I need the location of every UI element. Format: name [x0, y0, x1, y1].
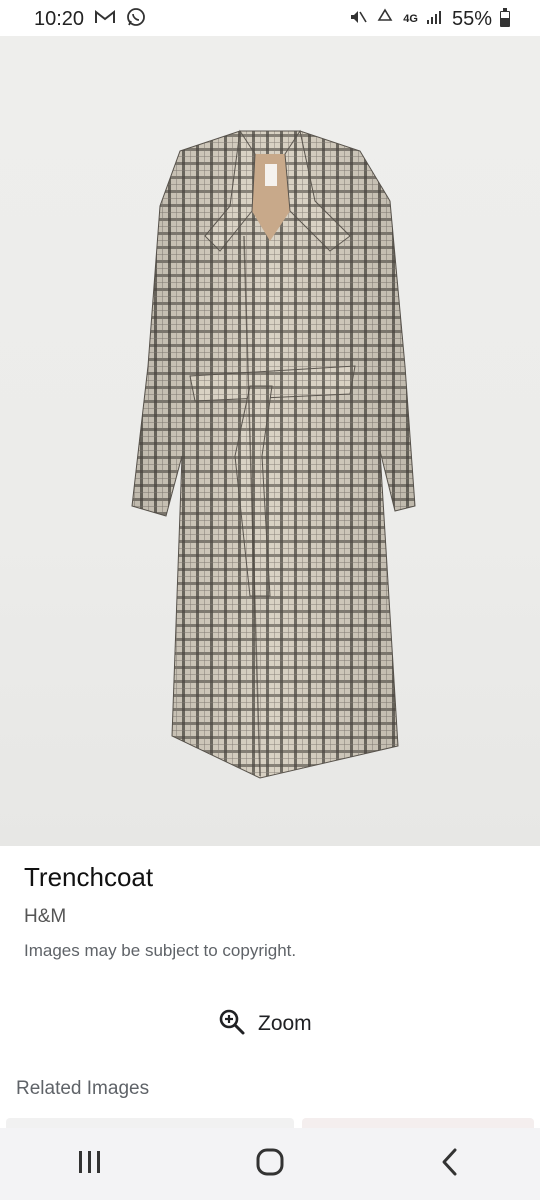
- battery-icon: [500, 8, 510, 27]
- trenchcoat-image: [131, 129, 416, 779]
- product-title: Trenchcoat: [24, 862, 154, 892]
- home-button[interactable]: [230, 1134, 310, 1194]
- home-icon: [255, 1147, 285, 1182]
- zoom-label: Zoom: [258, 1012, 312, 1035]
- zoom-button[interactable]: Zoom: [218, 1004, 312, 1044]
- status-right: 4G 55%: [349, 8, 510, 31]
- signal-icon: [426, 8, 444, 31]
- back-button[interactable]: [410, 1134, 490, 1194]
- recycle-icon: [375, 7, 395, 31]
- back-icon: [438, 1147, 462, 1182]
- network-type: 4G: [403, 12, 418, 25]
- related-image-2[interactable]: [302, 1118, 534, 1128]
- status-left: 10:20: [34, 7, 146, 32]
- battery-fill: [501, 18, 509, 26]
- related-image-1[interactable]: [6, 1118, 294, 1128]
- product-image[interactable]: [0, 36, 540, 846]
- navigation-bar: [0, 1128, 540, 1200]
- gmail-icon: [94, 9, 116, 30]
- whatsapp-icon: [126, 7, 146, 32]
- product-brand[interactable]: H&M: [24, 906, 66, 928]
- battery-percent: 55%: [451, 7, 492, 30]
- related-images-title: Related Images: [16, 1078, 150, 1099]
- status-time: 10:20: [34, 7, 85, 30]
- mute-icon: [349, 8, 367, 31]
- recents-button[interactable]: [50, 1134, 130, 1194]
- zoom-in-icon: [218, 1008, 246, 1041]
- recents-icon: [76, 1149, 104, 1180]
- status-bar: 10:20 4G 55%: [0, 0, 540, 38]
- copyright-notice: Images may be subject to copyright.: [24, 941, 297, 960]
